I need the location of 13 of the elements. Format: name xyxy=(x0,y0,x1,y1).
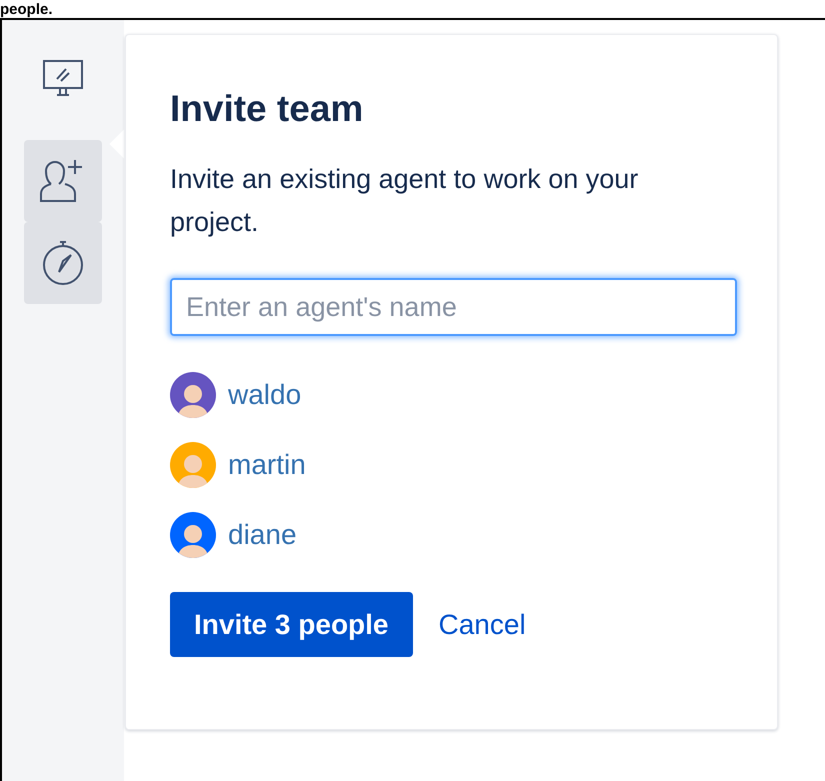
person-name-link[interactable]: diane xyxy=(228,519,297,551)
agent-name-field[interactable]: Enter an agent's name xyxy=(170,278,737,336)
invite-button[interactable]: Invite 3 people xyxy=(170,592,412,657)
cancel-link[interactable]: Cancel xyxy=(438,604,526,646)
caption-text: people. xyxy=(0,1,53,18)
sidebar-item[interactable] xyxy=(24,222,102,304)
person-name-link[interactable]: martin xyxy=(228,449,306,481)
person-name-link[interactable]: waldo xyxy=(228,379,302,411)
compass-icon xyxy=(40,240,86,286)
popover-title: Invite team xyxy=(170,87,364,131)
sidebar-item[interactable] xyxy=(24,140,102,222)
description-text: Invite an existing agent to work on your project. xyxy=(170,163,640,239)
monitor-icon xyxy=(41,59,85,99)
